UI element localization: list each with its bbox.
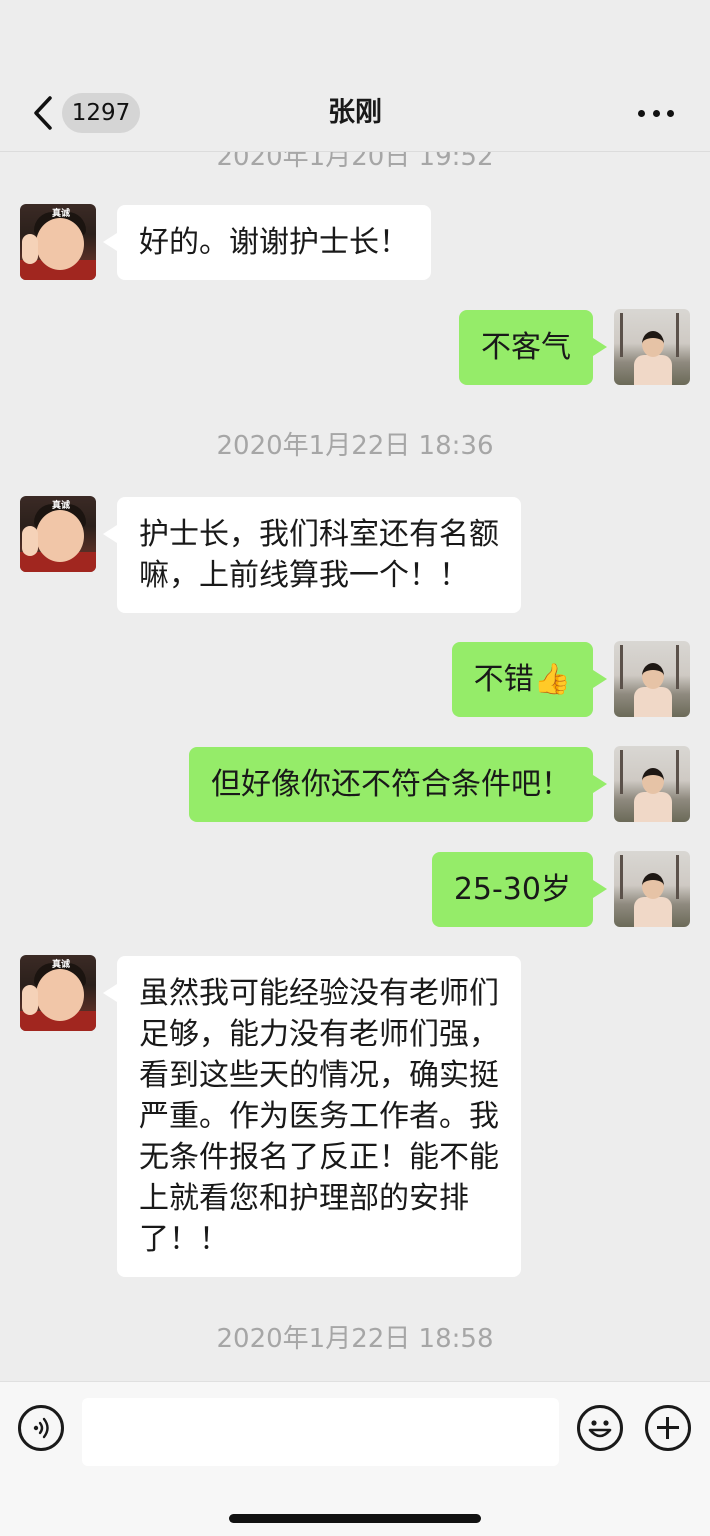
my-avatar[interactable] <box>614 641 690 717</box>
outgoing-message-bubble[interactable]: 不错👍 <box>451 642 608 717</box>
avatar-label: 真诚 <box>52 501 71 511</box>
voice-icon[interactable] <box>18 1405 64 1451</box>
incoming-message-bubble[interactable]: 护士长，我们科室还有名额 嘛，上前线算我一个！！ <box>103 497 521 613</box>
outgoing-message-bubble[interactable]: 但好像你还不符合条件吧！ <box>189 747 607 822</box>
incoming-message-bubble[interactable]: 好的。谢谢护士长！ <box>103 205 431 280</box>
emoji-icon[interactable] <box>577 1405 623 1451</box>
avatar-label: 真诚 <box>52 209 71 219</box>
message-input[interactable] <box>82 1398 559 1466</box>
input-bar <box>0 1381 710 1536</box>
contact-avatar[interactable]: 真诚 <box>20 955 96 1031</box>
my-avatar[interactable] <box>614 309 690 385</box>
incoming-message-bubble[interactable]: 虽然我可能经验没有老师们 足够，能力没有老师们强， 看到这些天的情况，确实挺 严… <box>103 956 521 1277</box>
home-indicator[interactable] <box>229 1514 481 1523</box>
plus-icon[interactable] <box>645 1405 691 1451</box>
my-avatar[interactable] <box>614 746 690 822</box>
contact-avatar[interactable]: 真诚 <box>20 496 96 572</box>
avatar-label: 真诚 <box>52 960 71 970</box>
my-avatar[interactable] <box>614 851 690 927</box>
chat-title: 张刚 <box>328 97 382 128</box>
outgoing-message-bubble[interactable]: 25-30岁 <box>431 852 608 927</box>
chat-header: 1297 张刚 <box>0 0 710 152</box>
timestamp: 2020年1月22日 18:36 <box>216 431 494 461</box>
outgoing-message-bubble[interactable]: 不客气 <box>459 310 607 385</box>
contact-avatar[interactable]: 真诚 <box>20 204 96 280</box>
timestamp: 2020年1月22日 18:58 <box>216 1324 494 1354</box>
more-dots-icon[interactable] <box>638 104 674 122</box>
